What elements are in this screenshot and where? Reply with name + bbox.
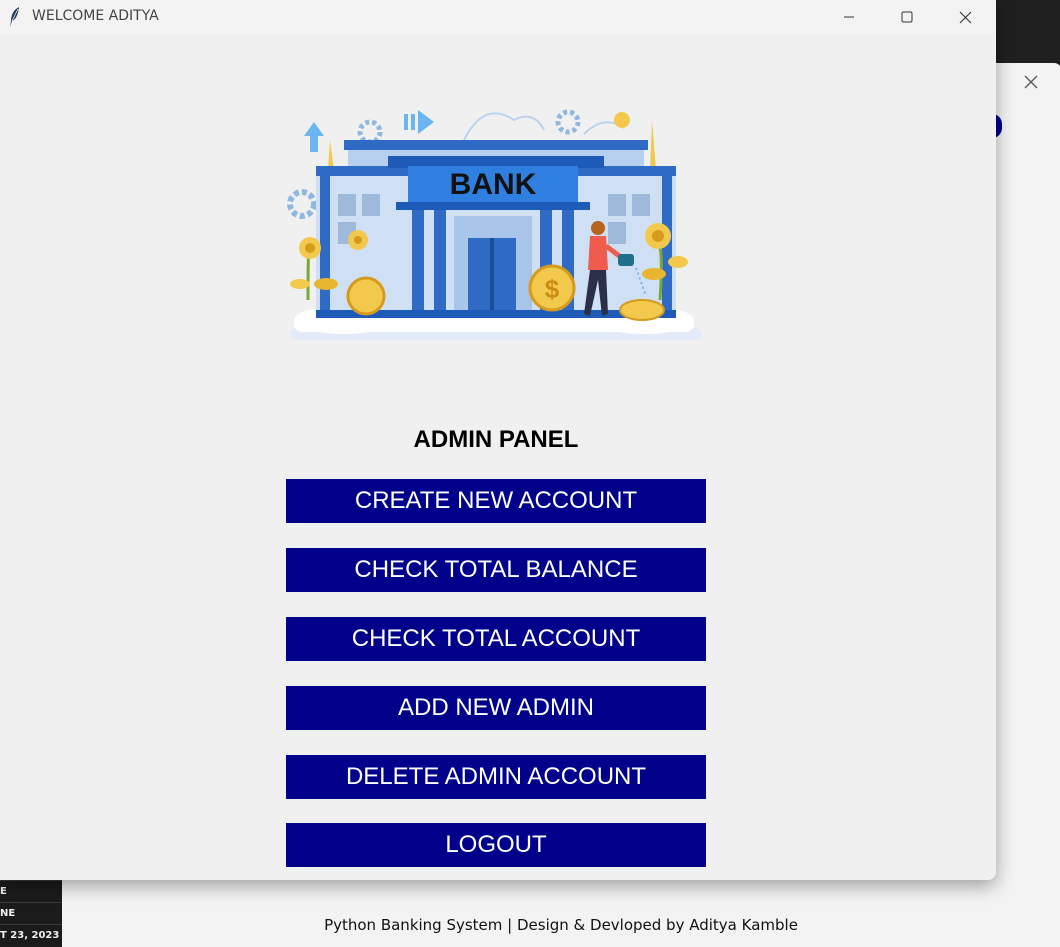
add-admin-button[interactable]: ADD NEW ADMIN — [286, 686, 706, 730]
check-accounts-button[interactable]: CHECK TOTAL ACCOUNT — [286, 617, 706, 661]
strip-row: NE — [0, 902, 62, 924]
delete-admin-button[interactable]: DELETE ADMIN ACCOUNT — [286, 755, 706, 799]
feather-icon — [10, 7, 19, 27]
maximize-button[interactable] — [878, 0, 936, 34]
background-close-button[interactable] — [1018, 70, 1044, 94]
gear-icon — [287, 189, 317, 219]
minimize-icon — [844, 16, 854, 18]
title-bar[interactable]: WELCOME ADITYA — [0, 0, 996, 34]
minimize-button[interactable] — [820, 0, 878, 34]
admin-panel-title: ADMIN PANEL — [413, 426, 579, 453]
create-account-button[interactable]: CREATE NEW ACCOUNT — [286, 479, 706, 523]
admin-window: WELCOME ADITYA BANK $ ADMIN PANEL CREATE… — [0, 0, 996, 880]
check-balance-button[interactable]: CHECK TOTAL BALANCE — [286, 548, 706, 592]
bank-illustration: BANK $ — [287, 109, 702, 340]
strip-row: T 23, 2023 — [0, 924, 62, 946]
window-title: WELCOME ADITYA — [32, 8, 159, 24]
strip-row: E — [0, 880, 62, 902]
background-app-strip: E NE T 23, 2023 — [0, 880, 62, 947]
logout-button[interactable]: LOGOUT — [286, 823, 706, 867]
close-button[interactable] — [936, 0, 994, 34]
bank-sign: BANK — [450, 168, 537, 201]
maximize-icon — [901, 11, 913, 23]
footer-credit: Python Banking System | Design & Devlope… — [324, 916, 798, 934]
close-icon — [959, 11, 971, 23]
close-icon — [1024, 75, 1038, 89]
coin-symbol: $ — [545, 274, 560, 304]
